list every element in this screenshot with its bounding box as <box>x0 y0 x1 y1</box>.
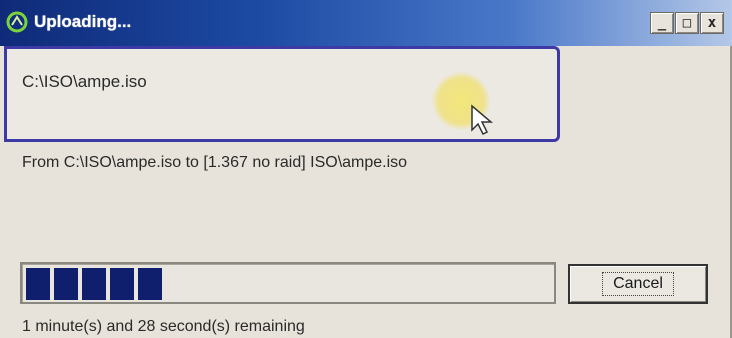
minimize-button[interactable]: _ <box>650 12 674 34</box>
progress-block <box>138 268 162 300</box>
current-file-path: C:\ISO\ampe.iso <box>22 72 147 91</box>
cancel-button[interactable]: Cancel <box>568 264 708 304</box>
cancel-button-label: Cancel <box>602 272 674 296</box>
upload-dialog: Uploading... _ □ x C:\ISO\ampe.iso From … <box>0 0 732 338</box>
upload-progress-bar <box>20 262 556 304</box>
progress-block <box>26 268 50 300</box>
progress-block <box>54 268 78 300</box>
mouse-pointer-icon <box>471 104 494 136</box>
time-remaining: 1 minute(s) and 28 second(s) remaining <box>22 318 305 335</box>
transfer-description: From C:\ISO\ampe.iso to [1.367 no raid] … <box>22 154 408 171</box>
maximize-button[interactable]: □ <box>675 12 699 34</box>
title-bar[interactable]: Uploading... _ □ x <box>0 0 732 46</box>
upload-app-icon <box>6 11 28 33</box>
close-button[interactable]: x <box>700 12 724 34</box>
progress-block <box>82 268 106 300</box>
window-title: Uploading... <box>34 12 132 31</box>
progress-block <box>110 268 134 300</box>
